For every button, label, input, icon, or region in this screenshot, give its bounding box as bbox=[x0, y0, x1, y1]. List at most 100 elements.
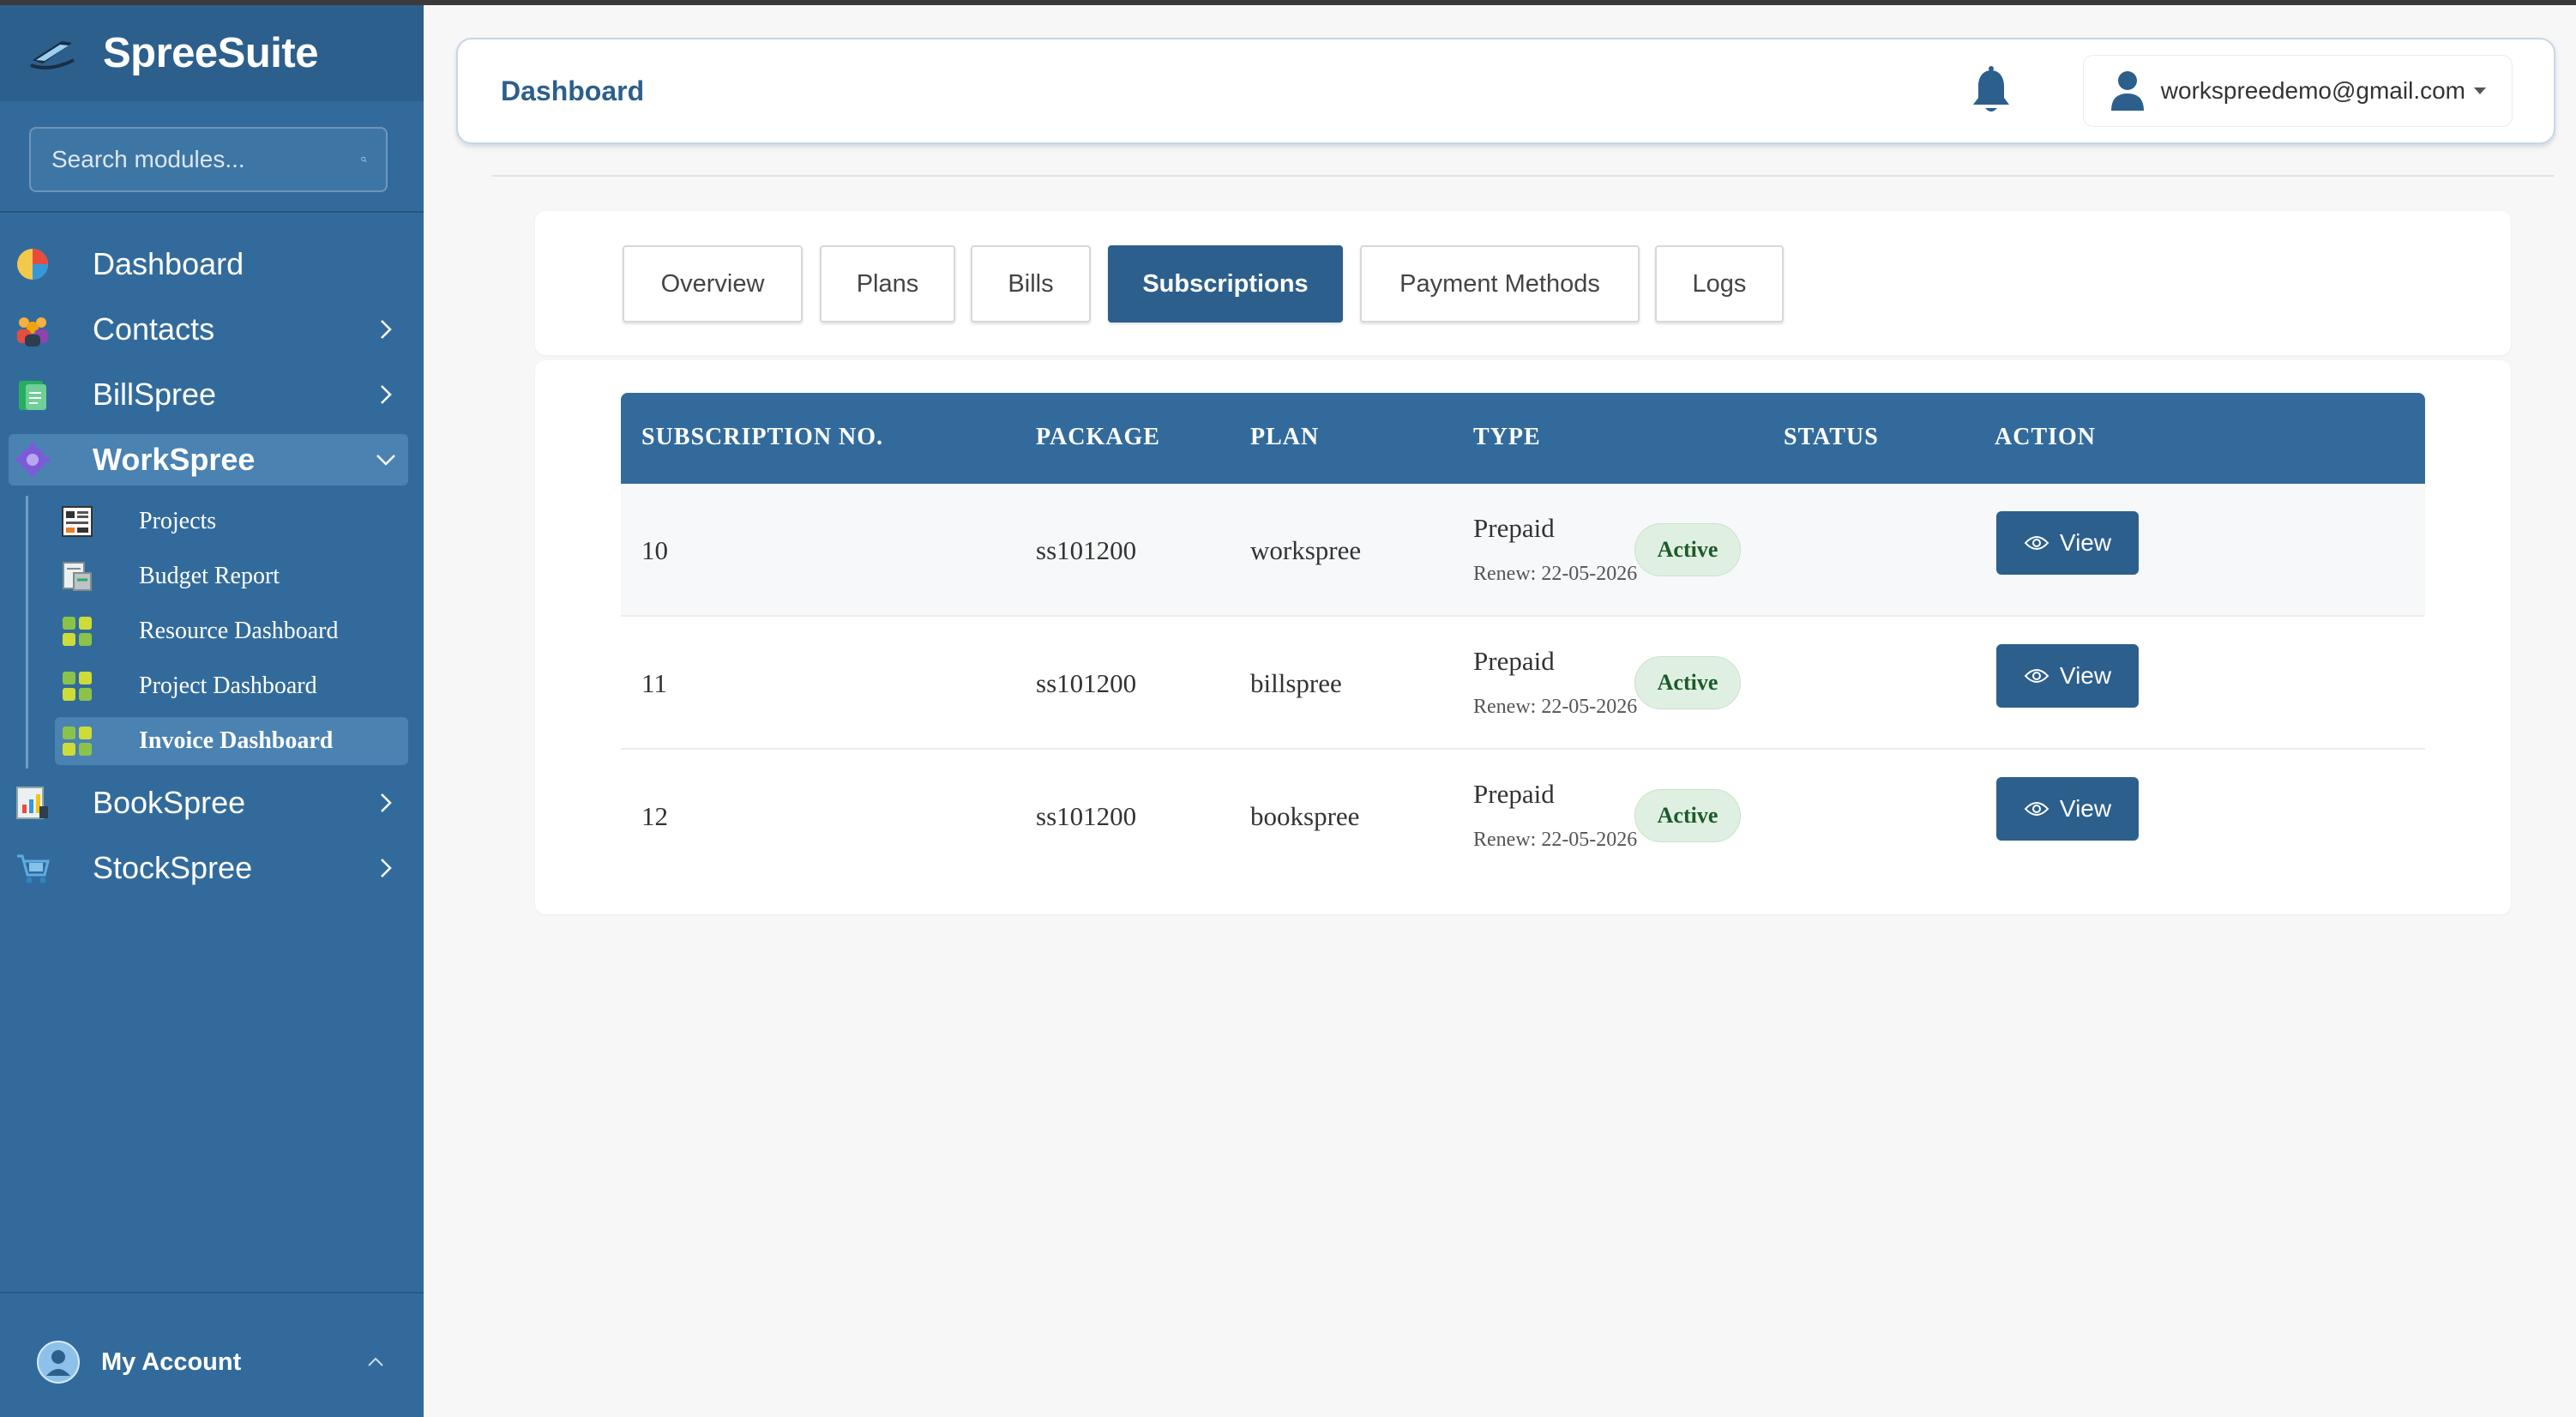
view-button[interactable]: View bbox=[1996, 511, 2139, 575]
sidebar: SpreeSuite Dashboard Contacts BillSpree bbox=[0, 5, 424, 1417]
view-button[interactable]: View bbox=[1996, 644, 2139, 708]
cell-plan: bookspree bbox=[1250, 801, 1360, 831]
chevron-right-icon[interactable] bbox=[374, 317, 398, 341]
view-button[interactable]: View bbox=[1996, 777, 2139, 841]
tab-plans[interactable]: Plans bbox=[820, 245, 955, 323]
my-account[interactable]: My Account bbox=[36, 1335, 388, 1390]
sidebar-item-bookspree[interactable]: BookSpree bbox=[9, 777, 408, 829]
cell-subscription-no: 12 bbox=[641, 801, 668, 831]
user-email: workspreedemo@gmail.com bbox=[2160, 77, 2465, 104]
tab-logs[interactable]: Logs bbox=[1655, 245, 1784, 323]
pie-chart-icon bbox=[14, 245, 51, 283]
sidebar-item-label: Contacts bbox=[93, 311, 215, 347]
sidebar-item-label: BillSpree bbox=[93, 377, 217, 412]
book-chart-icon bbox=[14, 784, 51, 822]
col-action: ACTION bbox=[1995, 424, 2097, 450]
eye-icon bbox=[2024, 669, 2049, 683]
type-label: Prepaid bbox=[1473, 779, 1555, 809]
bell-icon[interactable] bbox=[1966, 65, 2016, 117]
dashboard-grid-icon bbox=[60, 669, 94, 703]
col-status: STATUS bbox=[1784, 424, 1879, 450]
my-account-label: My Account bbox=[101, 1348, 242, 1376]
status-badge: Active bbox=[1634, 523, 1741, 576]
projects-icon bbox=[60, 504, 94, 539]
search-icon[interactable] bbox=[361, 147, 367, 172]
status-badge: Active bbox=[1634, 789, 1741, 842]
sidebar-subitem-project-dashboard[interactable]: Project Dashboard bbox=[55, 662, 408, 710]
sidebar-item-dashboard[interactable]: Dashboard bbox=[9, 238, 408, 290]
header-divider bbox=[492, 175, 2554, 177]
sidebar-item-contacts[interactable]: Contacts bbox=[9, 304, 408, 355]
search-box[interactable] bbox=[29, 127, 388, 192]
sidebar-item-workspree[interactable]: WorkSpree bbox=[9, 434, 408, 485]
sidebar-item-label: BookSpree bbox=[93, 785, 246, 820]
sidebar-item-label: StockSpree bbox=[93, 850, 253, 885]
chevron-down-icon[interactable] bbox=[374, 448, 398, 472]
table-header: SUBSCRIPTION NO. PACKAGE PLAN TYPE STATU… bbox=[621, 393, 2425, 484]
app-name: SpreeSuite bbox=[103, 30, 318, 76]
renew-date: Renew: 22-05-2026 bbox=[1473, 829, 1638, 851]
cell-package: ss101200 bbox=[1036, 535, 1137, 565]
view-button-label: View bbox=[2059, 662, 2112, 689]
table-row: 11 ss101200 billspree Prepaid Renew: 22-… bbox=[621, 617, 2425, 750]
sidebar-subitem-projects[interactable]: Projects bbox=[55, 497, 408, 546]
brand[interactable]: SpreeSuite bbox=[0, 5, 424, 101]
type-label: Prepaid bbox=[1473, 646, 1555, 676]
cell-subscription-no: 10 bbox=[641, 535, 668, 565]
user-avatar-icon bbox=[37, 1341, 80, 1384]
type-label: Prepaid bbox=[1473, 513, 1555, 543]
subscriptions-table-card: SUBSCRIPTION NO. PACKAGE PLAN TYPE STATU… bbox=[535, 360, 2511, 914]
dashboard-grid-icon bbox=[60, 614, 94, 648]
chevron-right-icon[interactable] bbox=[374, 856, 398, 880]
people-icon bbox=[14, 311, 51, 348]
submenu-line bbox=[26, 496, 28, 769]
dashboard-grid-icon bbox=[60, 724, 94, 758]
renew-date: Renew: 22-05-2026 bbox=[1473, 563, 1638, 585]
chevron-right-icon[interactable] bbox=[374, 791, 398, 815]
table-row: 10 ss101200 workspree Prepaid Renew: 22-… bbox=[621, 484, 2425, 617]
cart-icon bbox=[14, 849, 51, 887]
col-package: PACKAGE bbox=[1036, 424, 1160, 450]
col-type: TYPE bbox=[1473, 424, 1541, 450]
spreesuite-logo-icon bbox=[30, 41, 75, 69]
sidebar-subitem-resource-dashboard[interactable]: Resource Dashboard bbox=[55, 607, 408, 655]
chevron-right-icon[interactable] bbox=[374, 383, 398, 407]
sidebar-item-billspree[interactable]: BillSpree bbox=[9, 369, 408, 420]
cell-package: ss101200 bbox=[1036, 668, 1137, 698]
user-icon bbox=[2110, 71, 2144, 111]
sidebar-subitem-label: Project Dashboard bbox=[139, 672, 317, 699]
bill-icon bbox=[14, 376, 51, 413]
table-row: 12 ss101200 bookspree Prepaid Renew: 22-… bbox=[621, 750, 2425, 883]
tab-payment-methods[interactable]: Payment Methods bbox=[1360, 245, 1640, 323]
report-icon bbox=[60, 559, 94, 594]
cell-plan: workspree bbox=[1250, 535, 1362, 565]
sidebar-item-stockspree[interactable]: StockSpree bbox=[9, 842, 408, 894]
sidebar-subitem-invoice-dashboard[interactable]: Invoice Dashboard bbox=[55, 717, 408, 765]
sidebar-divider bbox=[0, 211, 424, 213]
col-plan: PLAN bbox=[1250, 424, 1320, 450]
tab-subscriptions[interactable]: Subscriptions bbox=[1108, 245, 1343, 323]
sidebar-subitem-budget-report[interactable]: Budget Report bbox=[55, 552, 408, 600]
col-subscription-no: SUBSCRIPTION NO. bbox=[641, 424, 884, 450]
account-divider bbox=[0, 1292, 424, 1293]
user-menu[interactable]: workspreedemo@gmail.com bbox=[2082, 55, 2513, 127]
view-button-label: View bbox=[2059, 529, 2112, 556]
cell-type: Prepaid Renew: 22-05-2026 bbox=[1473, 779, 1637, 852]
status-badge: Active bbox=[1634, 656, 1741, 709]
caret-down-icon bbox=[2474, 87, 2486, 94]
sidebar-subitem-label: Budget Report bbox=[139, 563, 280, 589]
sidebar-subitem-label: Resource Dashboard bbox=[139, 618, 339, 644]
chevron-up-icon[interactable] bbox=[364, 1350, 388, 1374]
tab-overview[interactable]: Overview bbox=[623, 245, 803, 323]
renew-date: Renew: 22-05-2026 bbox=[1473, 696, 1638, 718]
tab-bills[interactable]: Bills bbox=[971, 245, 1091, 323]
tabs-card: Overview Plans Bills Subscriptions Payme… bbox=[535, 211, 2511, 355]
sidebar-item-label: WorkSpree bbox=[93, 442, 256, 477]
gear-team-icon bbox=[14, 441, 51, 479]
search-input[interactable] bbox=[51, 146, 361, 173]
sidebar-subitem-label: Invoice Dashboard bbox=[139, 727, 334, 754]
eye-icon bbox=[2024, 802, 2049, 816]
sidebar-item-label: Dashboard bbox=[93, 246, 244, 281]
cell-subscription-no: 11 bbox=[641, 668, 667, 698]
view-button-label: View bbox=[2059, 795, 2112, 822]
